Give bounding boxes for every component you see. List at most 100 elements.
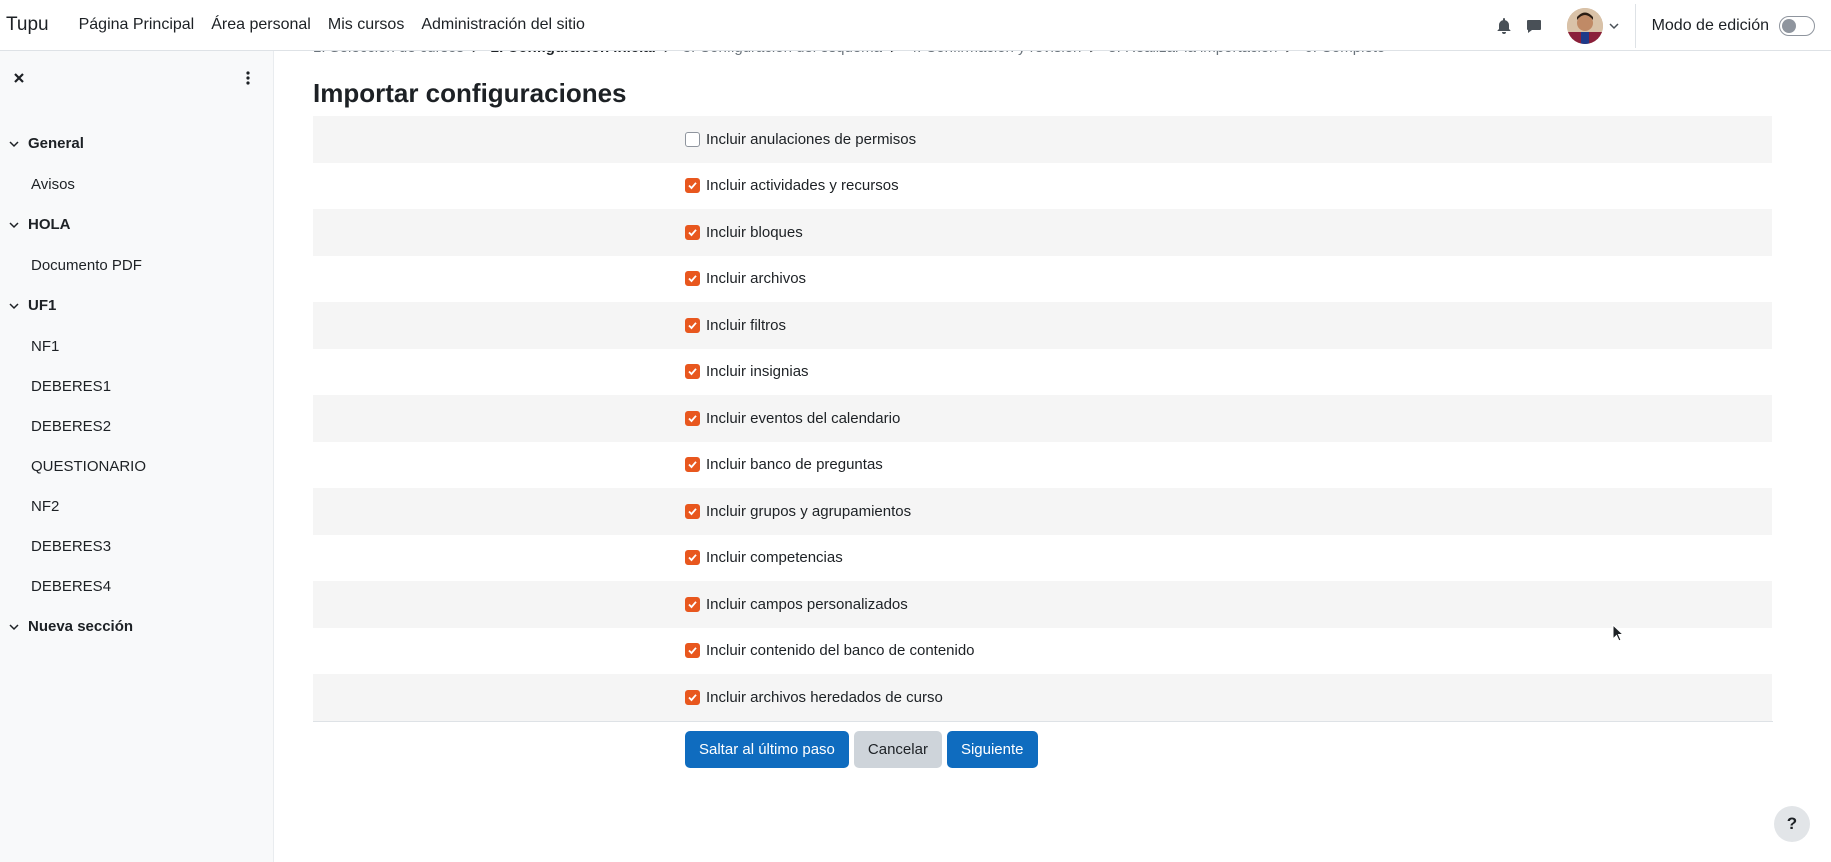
- setting-label[interactable]: Incluir archivos heredados de curso: [706, 689, 943, 706]
- close-icon[interactable]: [10, 69, 28, 87]
- setting-label[interactable]: Incluir filtros: [706, 317, 786, 334]
- site-brand[interactable]: Tupu: [6, 14, 49, 36]
- sidebar-item-deberes3[interactable]: DEBERES3: [0, 526, 274, 566]
- checkmark-icon: [688, 368, 697, 376]
- checkmark-icon: [688, 228, 697, 237]
- setting-row: Incluir insignias: [313, 349, 1772, 396]
- more-options-icon[interactable]: [242, 69, 254, 87]
- checkmark-icon: [688, 693, 697, 702]
- checkmark-icon: [688, 647, 697, 655]
- nav-link-site-admin[interactable]: Administración del sitio: [421, 16, 585, 34]
- section-hola[interactable]: HOLA: [0, 204, 274, 245]
- setting-label[interactable]: Incluir campos personalizados: [706, 596, 908, 613]
- section-general[interactable]: General: [0, 123, 274, 164]
- setting-checkbox[interactable]: [685, 457, 700, 473]
- setting-label[interactable]: Incluir anulaciones de permisos: [706, 131, 916, 148]
- setting-label[interactable]: Incluir insignias: [706, 363, 809, 380]
- sidebar-item-documento-pdf[interactable]: Documento PDF: [0, 245, 274, 285]
- checkmark-icon: [688, 275, 697, 283]
- chat-icon[interactable]: [1519, 11, 1549, 41]
- mouse-pointer-icon: [1612, 624, 1624, 642]
- setting-checkbox[interactable]: [685, 271, 700, 287]
- navbar-right: Modo de edición: [1489, 0, 1831, 51]
- setting-row: Incluir campos personalizados: [313, 581, 1772, 628]
- edit-mode-label: Modo de edición: [1651, 16, 1769, 34]
- checkmark-icon: [688, 461, 697, 469]
- skip-to-last-step-button[interactable]: Saltar al último paso: [685, 731, 849, 768]
- setting-checkbox[interactable]: [685, 131, 700, 147]
- navbar-divider: [1634, 3, 1636, 48]
- setting-row: Incluir grupos y agrupamientos: [313, 488, 1772, 535]
- sidebar-item-avisos[interactable]: Avisos: [0, 164, 274, 204]
- import-settings-form: Incluir anulaciones de permisos Incluir a…: [313, 116, 1772, 721]
- course-index: General Avisos HOLA Documento PDF UF1 NF…: [0, 123, 274, 647]
- setting-label[interactable]: Incluir grupos y agrupamientos: [706, 503, 911, 520]
- setting-label[interactable]: Incluir actividades y recursos: [706, 177, 899, 194]
- setting-checkbox[interactable]: [685, 178, 700, 194]
- section-uf1[interactable]: UF1: [0, 285, 274, 326]
- setting-label[interactable]: Incluir archivos: [706, 270, 806, 287]
- setting-label[interactable]: Incluir eventos del calendario: [706, 410, 900, 427]
- setting-row: Incluir archivos: [313, 256, 1772, 303]
- checkmark-icon: [688, 321, 697, 330]
- setting-label[interactable]: Incluir banco de preguntas: [706, 456, 883, 473]
- setting-label[interactable]: Incluir competencias: [706, 549, 843, 566]
- nav-link-home[interactable]: Página Principal: [79, 16, 195, 34]
- setting-row: Incluir banco de preguntas: [313, 442, 1772, 489]
- nav-link-dashboard[interactable]: Área personal: [211, 16, 311, 34]
- section-title: Nueva sección: [28, 618, 134, 635]
- sidebar-item-deberes4[interactable]: DEBERES4: [0, 566, 274, 606]
- form-divider: [313, 721, 1773, 722]
- setting-checkbox[interactable]: [685, 689, 700, 705]
- sidebar-item-deberes1[interactable]: DEBERES1: [0, 366, 274, 406]
- checkmark-icon: [688, 600, 697, 609]
- setting-row: Incluir archivos heredados de curso: [313, 674, 1772, 721]
- chevron-down-icon[interactable]: [9, 220, 19, 230]
- setting-checkbox[interactable]: [685, 596, 700, 612]
- sidebar-item-questionario[interactable]: QUESTIONARIO: [0, 446, 274, 486]
- setting-row: Incluir competencias: [313, 535, 1772, 582]
- setting-checkbox[interactable]: [685, 503, 700, 519]
- checkmark-icon: [688, 507, 697, 516]
- setting-label[interactable]: Incluir bloques: [706, 224, 803, 241]
- chevron-down-icon: [1609, 22, 1619, 29]
- form-buttons: Saltar al último paso Cancelar Siguiente: [685, 731, 1043, 768]
- main-content: 1. Selección de cursos►2. Configuración …: [274, 39, 1831, 862]
- nav-link-my-courses[interactable]: Mis cursos: [328, 16, 404, 34]
- bell-icon[interactable]: [1489, 11, 1519, 41]
- setting-row: Incluir filtros: [313, 302, 1772, 349]
- help-button[interactable]: ?: [1774, 806, 1810, 842]
- sidebar-item-nf2[interactable]: NF2: [0, 486, 274, 526]
- section-title: General: [28, 135, 84, 152]
- avatar[interactable]: [1566, 7, 1603, 44]
- setting-checkbox[interactable]: [685, 550, 700, 566]
- chevron-down-icon[interactable]: [9, 622, 19, 632]
- chevron-down-icon[interactable]: [9, 301, 19, 311]
- checkmark-icon: [688, 182, 697, 190]
- setting-checkbox[interactable]: [685, 410, 700, 426]
- setting-checkbox[interactable]: [685, 224, 700, 240]
- setting-checkbox[interactable]: [685, 643, 700, 659]
- setting-row: Incluir bloques: [313, 209, 1772, 256]
- setting-checkbox[interactable]: [685, 364, 700, 380]
- next-button[interactable]: Siguiente: [946, 731, 1038, 768]
- setting-checkbox[interactable]: [685, 317, 700, 333]
- section-title: HOLA: [28, 216, 71, 233]
- checkmark-icon: [688, 554, 697, 562]
- checkmark-icon: [688, 414, 697, 423]
- chevron-down-icon[interactable]: [9, 139, 19, 149]
- cancel-button[interactable]: Cancelar: [853, 731, 942, 768]
- user-menu[interactable]: [1566, 7, 1619, 44]
- edit-mode-toggle[interactable]: [1779, 15, 1815, 36]
- setting-row: Incluir eventos del calendario: [313, 395, 1772, 442]
- page-title: Importar configuraciones: [313, 78, 627, 108]
- sidebar-item-deberes2[interactable]: DEBERES2: [0, 406, 274, 446]
- setting-row: Incluir actividades y recursos: [313, 163, 1772, 210]
- section-nueva-seccion[interactable]: Nueva sección: [0, 606, 274, 647]
- sidebar-item-nf1[interactable]: NF1: [0, 326, 274, 366]
- setting-label[interactable]: Incluir contenido del banco de contenido: [706, 642, 975, 659]
- section-title: UF1: [28, 297, 57, 314]
- top-navbar: Tupu Página Principal Área personal Mis …: [0, 0, 1831, 51]
- course-index-drawer: General Avisos HOLA Documento PDF UF1 NF…: [0, 51, 274, 862]
- setting-row: Incluir contenido del banco de contenido: [313, 628, 1772, 675]
